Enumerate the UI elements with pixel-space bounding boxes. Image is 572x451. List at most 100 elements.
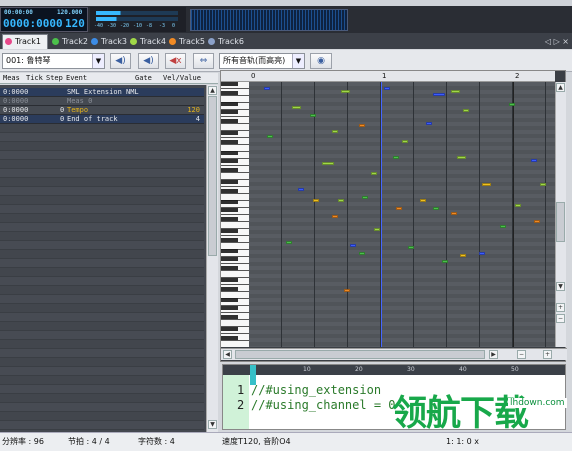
event-row[interactable]: 0:0000 0 End of track 4 (0, 115, 204, 124)
midi-note[interactable] (442, 260, 448, 263)
midi-note[interactable] (393, 156, 399, 159)
midi-note[interactable] (540, 183, 546, 186)
scroll-thumb[interactable] (556, 202, 565, 242)
midi-note[interactable] (509, 103, 515, 106)
meter-tick-label: -8 (146, 23, 153, 29)
midi-note[interactable] (420, 199, 426, 202)
chevron-down-icon[interactable]: ▼ (92, 54, 104, 68)
midi-note[interactable] (534, 220, 540, 223)
column-header: Tick (26, 74, 43, 82)
scroll-down-icon[interactable]: ▼ (208, 420, 217, 429)
speaker-mute-icon[interactable]: ◀x (165, 53, 186, 69)
zoom-in-icon[interactable]: + (543, 350, 552, 359)
track-filter-select[interactable]: 所有音轨(而高亮) ▼ (219, 53, 305, 69)
event-row[interactable]: 0:0000 Meas 0 (0, 97, 204, 106)
midi-note[interactable] (338, 199, 344, 202)
midi-note[interactable] (482, 183, 491, 186)
midi-note[interactable] (402, 140, 408, 143)
scroll-thumb[interactable] (208, 96, 217, 256)
tab-track-3[interactable]: Track3 (89, 35, 127, 48)
midi-note[interactable] (359, 252, 365, 255)
midi-note[interactable] (267, 135, 273, 138)
midi-note[interactable] (322, 162, 334, 165)
midi-note[interactable] (332, 130, 338, 133)
tab-track-4[interactable]: Track4 (128, 35, 166, 48)
event-list: 0:0000 SML Extension NML 0:0000 Meas 0 0:000… (0, 85, 206, 432)
midi-note[interactable] (371, 172, 377, 175)
tempo-readout: 120 (65, 17, 85, 30)
roll-vscrollbar[interactable]: ▲ ▼ + − (555, 82, 566, 347)
chevron-down-icon[interactable]: ▼ (292, 54, 304, 68)
line-number: 1 (237, 383, 245, 397)
scroll-right-icon[interactable]: ▶ (489, 350, 498, 359)
midi-note[interactable] (344, 289, 350, 292)
midi-note[interactable] (298, 188, 304, 191)
midi-note[interactable] (463, 109, 469, 112)
event-step: 0 (60, 115, 65, 123)
scroll-up-icon[interactable]: ▲ (208, 86, 217, 95)
column-header: Vel/Value (163, 74, 201, 82)
event-list-scrollbar[interactable]: ▲ ▼ (206, 85, 218, 432)
midi-note[interactable] (350, 244, 356, 247)
zoom-out-icon[interactable]: − (517, 350, 526, 359)
script-ruler-mark: 10 (303, 366, 311, 373)
link-icon[interactable]: ⇔ (193, 53, 214, 69)
event-row[interactable]: 0:0000 SML Extension NML (0, 88, 204, 97)
zoom-in-icon[interactable]: + (556, 303, 565, 312)
midi-note[interactable] (341, 90, 350, 93)
midi-note[interactable] (479, 252, 485, 255)
midi-note[interactable] (313, 199, 319, 202)
scroll-down-icon[interactable]: ▼ (556, 282, 565, 291)
event-list-header: Meas Tick Step Event Gate Vel/Value (0, 73, 218, 84)
midi-note[interactable] (264, 87, 270, 90)
zoom-out-icon[interactable]: − (556, 314, 565, 323)
eye-icon[interactable]: ◉ (310, 53, 332, 69)
midi-note[interactable] (384, 87, 390, 90)
midi-note[interactable] (286, 241, 292, 244)
scroll-left-icon[interactable]: ◀ (223, 350, 232, 359)
tab-track-1[interactable]: Track1 (2, 34, 48, 49)
measure-ruler[interactable]: 0 1 2 (249, 71, 555, 82)
midi-note[interactable] (396, 207, 402, 210)
midi-note[interactable] (457, 156, 466, 159)
speaker-play-icon[interactable]: ◀) (110, 53, 131, 69)
instrument-select[interactable]: 001: 鲁特琴 ▼ (2, 53, 105, 69)
tab-track-6[interactable]: Track6 (206, 35, 244, 48)
midi-note[interactable] (374, 228, 380, 231)
midi-note[interactable] (408, 246, 414, 249)
event-name: Tempo (67, 106, 89, 114)
midi-note[interactable] (451, 90, 460, 93)
note-grid[interactable] (249, 82, 555, 347)
midi-note[interactable] (332, 215, 338, 218)
scroll-thumb[interactable] (235, 350, 485, 359)
midi-note[interactable] (500, 225, 506, 228)
tab-track-5[interactable]: Track5 (167, 35, 205, 48)
empty-row (0, 376, 204, 385)
midi-note[interactable] (292, 106, 301, 109)
scroll-up-icon[interactable]: ▲ (556, 83, 565, 92)
midi-note[interactable] (426, 122, 432, 125)
roll-hscrollbar[interactable]: ◀ ▶ − + (221, 348, 567, 360)
event-row[interactable]: 0:0000 0 Tempo 120 (0, 106, 204, 115)
playhead (381, 82, 382, 347)
midi-note[interactable] (433, 207, 439, 210)
waveform-display (190, 9, 348, 31)
midi-note[interactable] (531, 159, 537, 162)
midi-note[interactable] (460, 254, 466, 257)
empty-row (0, 187, 204, 196)
track-color-icon (169, 38, 176, 45)
status-resolution: 分辨率 : 96 (2, 437, 44, 446)
script-ruler-mark: 20 (355, 366, 363, 373)
midi-note[interactable] (515, 204, 521, 207)
piano-keyboard[interactable] (221, 82, 249, 347)
meter-tick-label: -3 (159, 23, 166, 29)
midi-note[interactable] (433, 93, 445, 96)
midi-note[interactable] (310, 114, 316, 117)
meter-tick-label: -40 (94, 23, 104, 29)
midi-note[interactable] (451, 212, 457, 215)
speaker-monitor-icon[interactable]: ◀) (138, 53, 159, 69)
tab-track-2[interactable]: Track2 (50, 35, 88, 48)
midi-note[interactable] (362, 196, 368, 199)
tab-navigation[interactable]: ◁ ▷ × (545, 35, 569, 48)
midi-note[interactable] (359, 124, 365, 127)
